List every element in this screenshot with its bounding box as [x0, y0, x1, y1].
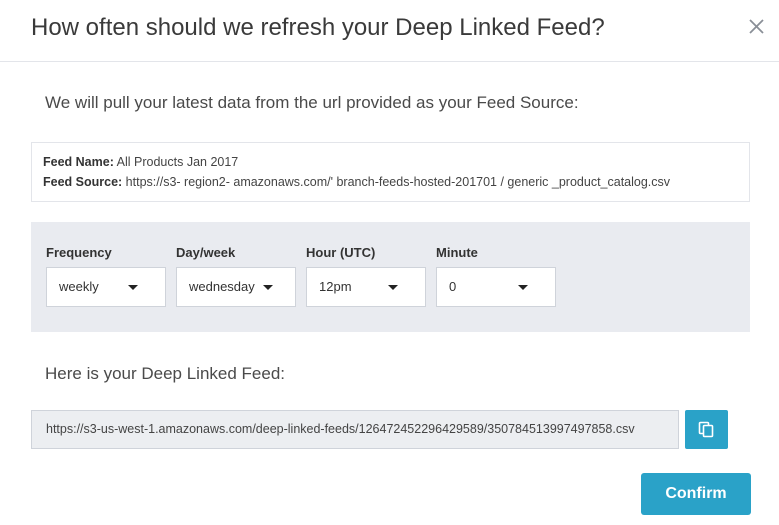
modal-header: How often should we refresh your Deep Li… [0, 0, 779, 62]
feed-source-value: https://s3- region2- amazonaws.com/' bra… [125, 175, 671, 189]
feed-name-value: All Products Jan 2017 [116, 155, 239, 169]
close-icon [749, 19, 764, 34]
caret-down-icon [128, 285, 138, 290]
caret-down-icon [388, 285, 398, 290]
hour-select[interactable]: 12pm [306, 267, 426, 307]
close-button[interactable] [746, 16, 768, 38]
frequency-label: Frequency [46, 245, 112, 260]
deep-linked-feed-url-field[interactable]: https://s3-us-west-1.amazonaws.com/deep-… [31, 410, 679, 449]
schedule-panel: Frequency weekly Day/week wednesday Hour… [31, 222, 750, 332]
minute-label: Minute [436, 245, 478, 260]
feed-info-box: Feed Name: All Products Jan 2017 Feed So… [31, 142, 750, 202]
dayweek-select[interactable]: wednesday [176, 267, 296, 307]
feed-source-label: Feed Source: [43, 175, 123, 189]
frequency-select[interactable]: weekly [46, 267, 166, 307]
dayweek-label: Day/week [176, 245, 236, 260]
intro-text: We will pull your latest data from the u… [45, 93, 579, 112]
deep-linked-feed-label: Here is your Deep Linked Feed: [45, 364, 286, 383]
copy-icon [698, 421, 714, 438]
feed-source-row: Feed Source: https://s3- region2- amazon… [43, 175, 670, 189]
hour-value: 12pm [319, 279, 352, 294]
modal-title: How often should we refresh your Deep Li… [31, 14, 605, 41]
caret-down-icon [263, 285, 273, 290]
hour-label: Hour (UTC) [306, 245, 376, 260]
refresh-feed-modal: How often should we refresh your Deep Li… [0, 0, 779, 525]
feed-name-row: Feed Name: All Products Jan 2017 [43, 155, 238, 169]
minute-select[interactable]: 0 [436, 267, 556, 307]
minute-value: 0 [449, 279, 457, 294]
confirm-button[interactable]: Confirm [641, 473, 751, 515]
feed-name-label: Feed Name: [43, 155, 114, 169]
caret-down-icon [518, 285, 528, 290]
frequency-value: weekly [59, 279, 99, 294]
copy-url-button[interactable] [685, 410, 728, 449]
dayweek-value: wednesday [189, 279, 255, 294]
